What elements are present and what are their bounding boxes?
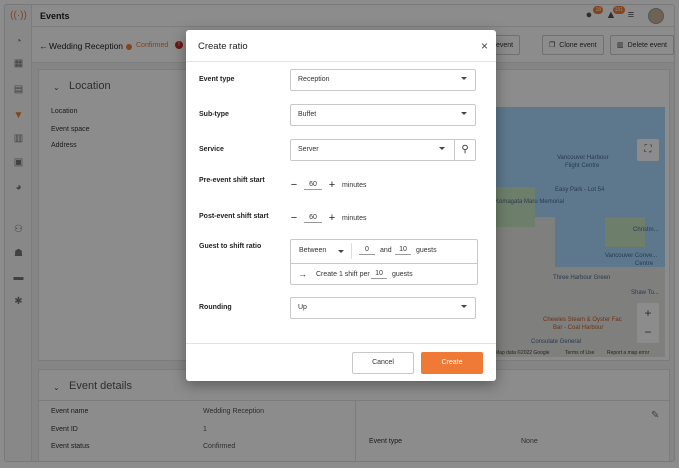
ratio-shift-row: → Create 1 shift per 10 guests <box>291 263 477 285</box>
modal-footer-divider <box>186 343 496 344</box>
ratio-mode-value: Between <box>299 247 327 254</box>
cancel-button[interactable]: Cancel <box>352 352 414 374</box>
event-type-select[interactable]: Reception <box>290 69 476 91</box>
create-ratio-modal: Create ratio × Event type Reception Sub-… <box>186 30 496 381</box>
sub-type-value: Buffet <box>298 111 317 118</box>
create-shift-text: Create 1 shift per <box>316 271 370 278</box>
modal-title: Create ratio <box>198 41 248 52</box>
pre-shift-stepper: − 60 + minutes <box>290 177 367 193</box>
event-type-label: Event type <box>199 76 235 83</box>
post-shift-input[interactable]: 60 <box>304 214 322 223</box>
close-icon[interactable]: × <box>481 39 488 53</box>
ratio-and-text: and <box>380 247 392 254</box>
service-label: Service <box>199 146 224 153</box>
rounding-label: Rounding <box>199 304 232 311</box>
chevron-down-icon <box>461 305 467 308</box>
chevron-down-icon <box>338 250 344 253</box>
chevron-down-icon <box>439 147 445 150</box>
service-value: Server <box>298 146 319 153</box>
sub-type-label: Sub-type <box>199 111 229 118</box>
sub-type-select[interactable]: Buffet <box>290 104 476 126</box>
post-shift-unit: minutes <box>342 214 367 222</box>
shift-per-input[interactable]: 10 <box>371 270 387 279</box>
plus-icon[interactable]: + <box>328 179 336 191</box>
event-type-value: Reception <box>298 76 330 83</box>
guest-ratio-box: Between 0 and 10 guests → Create 1 shift… <box>290 239 478 285</box>
chevron-down-icon <box>461 112 467 115</box>
plus-icon[interactable]: + <box>328 212 336 224</box>
post-shift-stepper: − 60 + minutes <box>290 210 367 226</box>
create-button[interactable]: Create <box>421 352 483 374</box>
ratio-max-input[interactable]: 10 <box>395 246 411 255</box>
minus-icon[interactable]: − <box>290 179 298 191</box>
ratio-guests-text: guests <box>416 247 437 254</box>
guest-ratio-label: Guest to shift ratio <box>199 243 262 250</box>
rounding-value: Up <box>298 304 307 311</box>
arrow-right-icon: → <box>298 269 307 279</box>
service-select[interactable]: Server ⚲ <box>290 139 476 161</box>
pre-shift-unit: minutes <box>342 181 367 189</box>
rounding-select[interactable]: Up <box>290 297 476 319</box>
chevron-down-icon <box>461 77 467 80</box>
ratio-min-input[interactable]: 0 <box>359 246 375 255</box>
shift-per-unit: guests <box>392 271 413 278</box>
ratio-mode-select[interactable]: Between <box>294 243 352 259</box>
pre-shift-label: Pre-event shift start <box>199 177 265 184</box>
pre-shift-input[interactable]: 60 <box>304 181 322 190</box>
modal-header-divider <box>186 61 496 62</box>
search-icon[interactable]: ⚲ <box>454 140 475 160</box>
minus-icon[interactable]: − <box>290 212 298 224</box>
post-shift-label: Post-event shift start <box>199 213 269 220</box>
